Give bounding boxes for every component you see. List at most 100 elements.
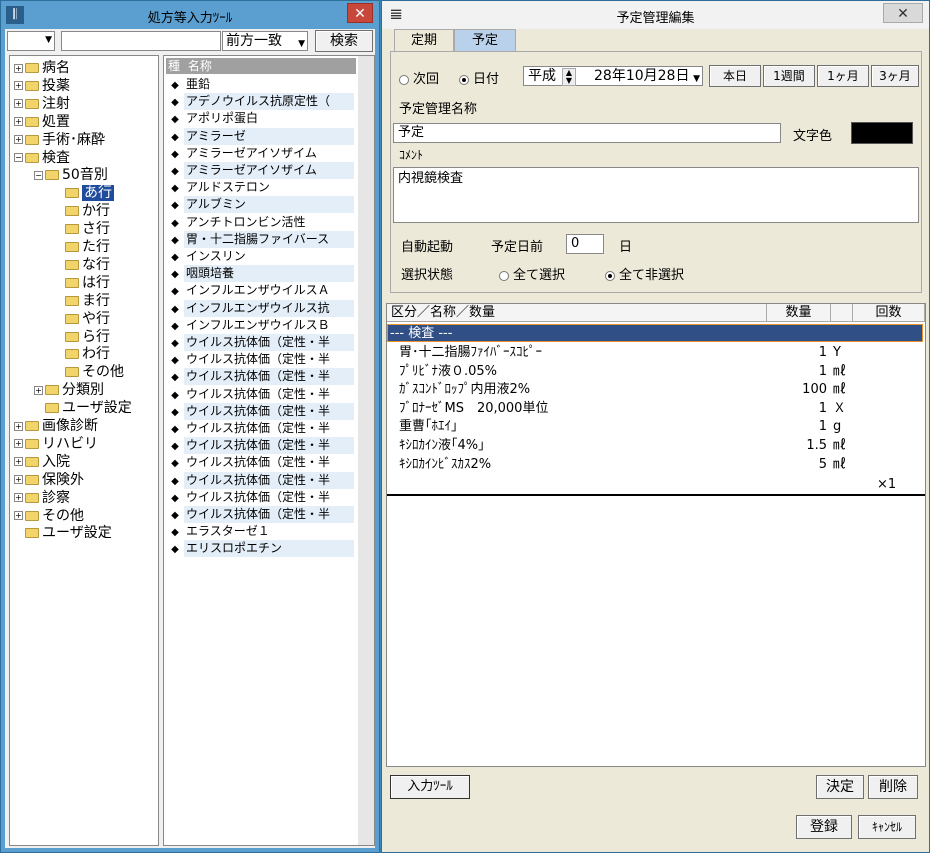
tree-node[interactable]: ユーザ設定 bbox=[14, 525, 112, 542]
grid-row-qty[interactable]: 1 bbox=[767, 363, 827, 381]
cancel-button[interactable]: ｷｬﾝｾﾙ bbox=[858, 815, 916, 839]
tree-node[interactable]: + 画像診断 bbox=[14, 418, 98, 435]
list-item[interactable]: ◆ インフルエンザウイルスＡ bbox=[166, 282, 356, 299]
list-item[interactable]: ◆ インスリン bbox=[166, 248, 356, 265]
tab-regular[interactable]: 定期 bbox=[394, 29, 454, 51]
grid-row-name[interactable]: ｷｼﾛｶｲﾝﾋﾞｽｶｽ2% bbox=[399, 456, 491, 474]
expand-toggle-icon[interactable]: + bbox=[14, 457, 23, 467]
tree-node[interactable]: + 入院 bbox=[14, 454, 70, 471]
tree-node[interactable]: か行 bbox=[54, 203, 110, 220]
grid-row-name[interactable]: ｶﾞｽｺﾝﾄﾞﾛｯﾌﾟ内用液2% bbox=[399, 381, 530, 399]
expand-toggle-icon[interactable]: − bbox=[14, 153, 23, 162]
tree-node[interactable]: た行 bbox=[54, 239, 110, 256]
list-item[interactable]: ◆ アルブミン bbox=[166, 196, 356, 214]
list-item[interactable]: ◆ アポリポ蛋白 bbox=[166, 110, 356, 127]
expand-toggle-icon[interactable]: + bbox=[14, 475, 23, 485]
tree-node[interactable]: + 投薬 bbox=[14, 78, 70, 95]
date-field[interactable]: 28年10月28日 bbox=[594, 67, 689, 85]
group-row[interactable]: --- 検査 --- bbox=[387, 324, 923, 342]
tree-node[interactable]: や行 bbox=[54, 311, 110, 328]
grid-row-qty[interactable]: 1 bbox=[767, 418, 827, 436]
three-month-button[interactable]: 3ヶ月 bbox=[871, 65, 919, 87]
era-field[interactable]: 平成 bbox=[528, 67, 556, 85]
list-item[interactable]: ◆ ウイルス抗体価（定性・半 bbox=[166, 351, 356, 368]
list-item[interactable]: ◆ 亜鉛 bbox=[166, 76, 356, 93]
tree-node[interactable]: + 保険外 bbox=[14, 472, 84, 489]
list-item[interactable]: ◆ ウイルス抗体価（定性・半 bbox=[166, 368, 356, 386]
grid-row-qty[interactable]: 1.5 bbox=[767, 437, 827, 455]
tree-node[interactable]: な行 bbox=[54, 257, 110, 274]
grid-row-name[interactable]: ﾌﾞﾛﾅｰｾﾞMS 20,000単位 bbox=[399, 400, 548, 418]
expand-toggle-icon[interactable]: + bbox=[14, 421, 23, 431]
tree-node[interactable]: ユーザ設定 bbox=[34, 400, 132, 417]
register-button[interactable]: 登録 bbox=[796, 815, 852, 839]
input-tool-button[interactable]: 入力ﾂｰﾙ bbox=[390, 775, 470, 799]
list-scrollbar[interactable] bbox=[358, 56, 374, 845]
list-item[interactable]: ◆ インフルエンザウイルス抗 bbox=[166, 299, 356, 317]
one-month-button[interactable]: 1ヶ月 bbox=[817, 65, 869, 87]
tree-node[interactable]: その他 bbox=[54, 364, 124, 381]
tree-node[interactable]: + その他 bbox=[14, 508, 84, 525]
list-item[interactable]: ◆ アミラーゼアイソザイム bbox=[166, 145, 356, 162]
match-mode-select[interactable]: 前方一致 ▼ bbox=[222, 31, 308, 51]
tree-node[interactable]: + 分類別 bbox=[34, 382, 104, 399]
kind-select[interactable]: ▼ bbox=[7, 31, 55, 51]
tree-node[interactable]: は行 bbox=[54, 275, 110, 292]
list-item[interactable]: ◆ ウイルス抗体価（定性・半 bbox=[166, 489, 356, 506]
days-before-field[interactable]: 0 bbox=[566, 234, 604, 254]
list-item[interactable]: ◆ 胃・十二指腸ファイバース bbox=[166, 230, 356, 248]
list-item[interactable]: ◆ ウイルス抗体価（定性・半 bbox=[166, 506, 356, 523]
close-icon[interactable]: ✕ bbox=[347, 3, 373, 23]
expand-toggle-icon[interactable]: + bbox=[14, 135, 23, 145]
list-item[interactable]: ◆ エラスターゼ１ bbox=[166, 523, 356, 540]
list-item[interactable]: ◆ ウイルス抗体価（定性・半 bbox=[166, 471, 356, 489]
expand-toggle-icon[interactable]: + bbox=[34, 385, 43, 395]
tree-node[interactable]: − 検査 bbox=[14, 150, 70, 167]
category-tree[interactable]: + 病名 + 投薬 + 注射 + 処置 + 手術･麻酔 − 検査 − 50音別 あ行 か行 さ行 た行 な行 は行 ま行… bbox=[9, 55, 159, 846]
expand-toggle-icon[interactable]: + bbox=[14, 511, 23, 520]
expand-toggle-icon[interactable]: + bbox=[14, 439, 23, 449]
search-input[interactable] bbox=[61, 31, 221, 51]
tree-node[interactable]: さ行 bbox=[54, 221, 110, 238]
list-item[interactable]: ◆ アミラーゼ bbox=[166, 127, 356, 145]
list-item[interactable]: ◆ インフルエンザウイルスＢ bbox=[166, 317, 356, 334]
decide-button[interactable]: 決定 bbox=[816, 775, 864, 799]
tree-node[interactable]: ま行 bbox=[54, 293, 110, 310]
era-spinner-icon[interactable]: ▲ ▼ bbox=[562, 68, 576, 86]
list-item[interactable]: ◆ 咽頭培養 bbox=[166, 265, 356, 283]
deselect-all-radio[interactable]: 全て非選択 bbox=[605, 264, 684, 283]
expand-toggle-icon[interactable]: − bbox=[34, 170, 43, 180]
grid-row-qty[interactable]: 100 bbox=[767, 381, 827, 399]
list-item[interactable]: ◆ アルドステロン bbox=[166, 179, 356, 196]
mode-next-radio[interactable]: 次回 bbox=[399, 68, 439, 87]
one-week-button[interactable]: 1週間 bbox=[763, 65, 815, 87]
tree-node[interactable]: + 注射 bbox=[14, 96, 70, 113]
expand-toggle-icon[interactable]: + bbox=[14, 493, 23, 503]
grid-row-qty[interactable]: 1 bbox=[767, 344, 827, 362]
grid-row-qty[interactable]: 1 bbox=[767, 400, 827, 418]
mode-date-radio[interactable]: 日付 bbox=[459, 68, 499, 87]
chevron-down-icon[interactable]: ▼ bbox=[693, 70, 700, 88]
tree-node[interactable]: あ行 bbox=[54, 185, 114, 202]
tree-node[interactable]: + リハビリ bbox=[14, 436, 98, 453]
comment-field[interactable]: 内視鏡検査 bbox=[393, 167, 919, 223]
list-item[interactable]: ◆ アンチトロンビン活性 bbox=[166, 214, 356, 231]
today-button[interactable]: 本日 bbox=[709, 65, 761, 87]
grid-row-name[interactable]: ｷｼﾛｶｲﾝ液｢4%｣ bbox=[399, 437, 485, 455]
list-item[interactable]: ◆ ウイルス抗体価（定性・半 bbox=[166, 420, 356, 437]
tree-node[interactable]: ら行 bbox=[54, 329, 110, 346]
list-item[interactable]: ◆ アミラーゼアイソザイム bbox=[166, 162, 356, 179]
select-all-radio[interactable]: 全て選択 bbox=[499, 264, 565, 283]
list-item[interactable]: ◆ ウイルス抗体価（定性・半 bbox=[166, 402, 356, 420]
schedule-name-field[interactable]: 予定 bbox=[393, 123, 781, 143]
expand-toggle-icon[interactable]: + bbox=[14, 81, 23, 91]
tree-node[interactable]: わ行 bbox=[54, 346, 110, 363]
text-color-swatch[interactable] bbox=[851, 122, 913, 144]
tab-scheduled[interactable]: 予定 bbox=[454, 29, 516, 51]
delete-button[interactable]: 削除 bbox=[868, 775, 918, 799]
search-button[interactable]: 検索 bbox=[315, 30, 373, 52]
grid-row-qty[interactable]: 5 bbox=[767, 456, 827, 474]
list-item[interactable]: ◆ ウイルス抗体価（定性・半 bbox=[166, 334, 356, 351]
date-picker[interactable]: 平成 ▲ ▼ 28年10月28日 ▼ bbox=[523, 66, 703, 86]
expand-toggle-icon[interactable]: + bbox=[14, 63, 23, 73]
